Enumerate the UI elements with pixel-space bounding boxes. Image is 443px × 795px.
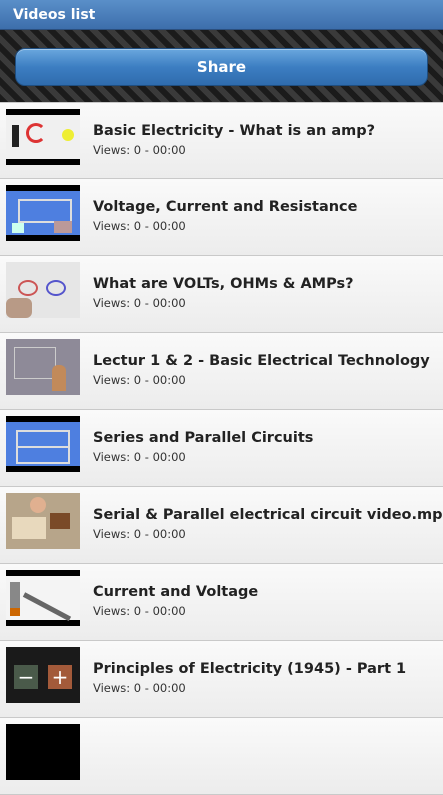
video-item[interactable]: Basic Electricity - What is an amp? View…: [0, 102, 443, 179]
video-title: Serial & Parallel electrical circuit vid…: [93, 507, 443, 523]
video-views: Views: 0 - 00:00: [93, 681, 186, 695]
video-title: Series and Parallel Circuits: [93, 430, 314, 446]
video-title: Voltage, Current and Resistance: [93, 199, 358, 215]
video-item[interactable]: Current and Voltage Views: 0 - 00:00: [0, 564, 443, 641]
video-item[interactable]: − + Principles of Electricity (1945) - P…: [0, 641, 443, 718]
video-thumbnail: [6, 416, 80, 472]
video-views: Views: 0 - 00:00: [93, 296, 186, 310]
video-item[interactable]: Series and Parallel Circuits Views: 0 - …: [0, 410, 443, 487]
video-thumbnail: [6, 724, 80, 780]
video-thumbnail: [6, 262, 80, 318]
video-item-partial[interactable]: [0, 718, 443, 795]
video-title: Current and Voltage: [93, 584, 259, 600]
video-title: What are VOLTs, OHMs & AMPs?: [93, 276, 354, 292]
video-thumbnail: [6, 570, 80, 626]
video-views: Views: 0 - 00:00: [93, 450, 186, 464]
video-thumbnail: [6, 185, 80, 241]
video-thumbnail: [6, 109, 80, 165]
video-item[interactable]: Serial & Parallel electrical circuit vid…: [0, 487, 443, 564]
video-views: Views: 0 - 00:00: [93, 373, 186, 387]
video-item[interactable]: Voltage, Current and Resistance Views: 0…: [0, 179, 443, 256]
video-views: Views: 0 - 00:00: [93, 143, 186, 157]
video-title: Principles of Electricity (1945) - Part …: [93, 661, 407, 677]
share-button[interactable]: Share: [15, 48, 428, 86]
video-title: Lectur 1 & 2 - Basic Electrical Technolo…: [93, 353, 430, 369]
video-list: Basic Electricity - What is an amp? View…: [0, 102, 443, 795]
video-views: Views: 0 - 00:00: [93, 604, 186, 618]
share-bar: Share: [0, 30, 443, 102]
video-views: Views: 0 - 00:00: [93, 219, 186, 233]
video-item[interactable]: What are VOLTs, OHMs & AMPs? Views: 0 - …: [0, 256, 443, 333]
page-title: Videos list: [0, 0, 443, 30]
video-views: Views: 0 - 00:00: [93, 527, 186, 541]
video-item[interactable]: Lectur 1 & 2 - Basic Electrical Technolo…: [0, 333, 443, 410]
video-title: Basic Electricity - What is an amp?: [93, 123, 376, 139]
video-thumbnail: [6, 339, 80, 395]
video-thumbnail: − +: [6, 647, 80, 703]
video-thumbnail: [6, 493, 80, 549]
